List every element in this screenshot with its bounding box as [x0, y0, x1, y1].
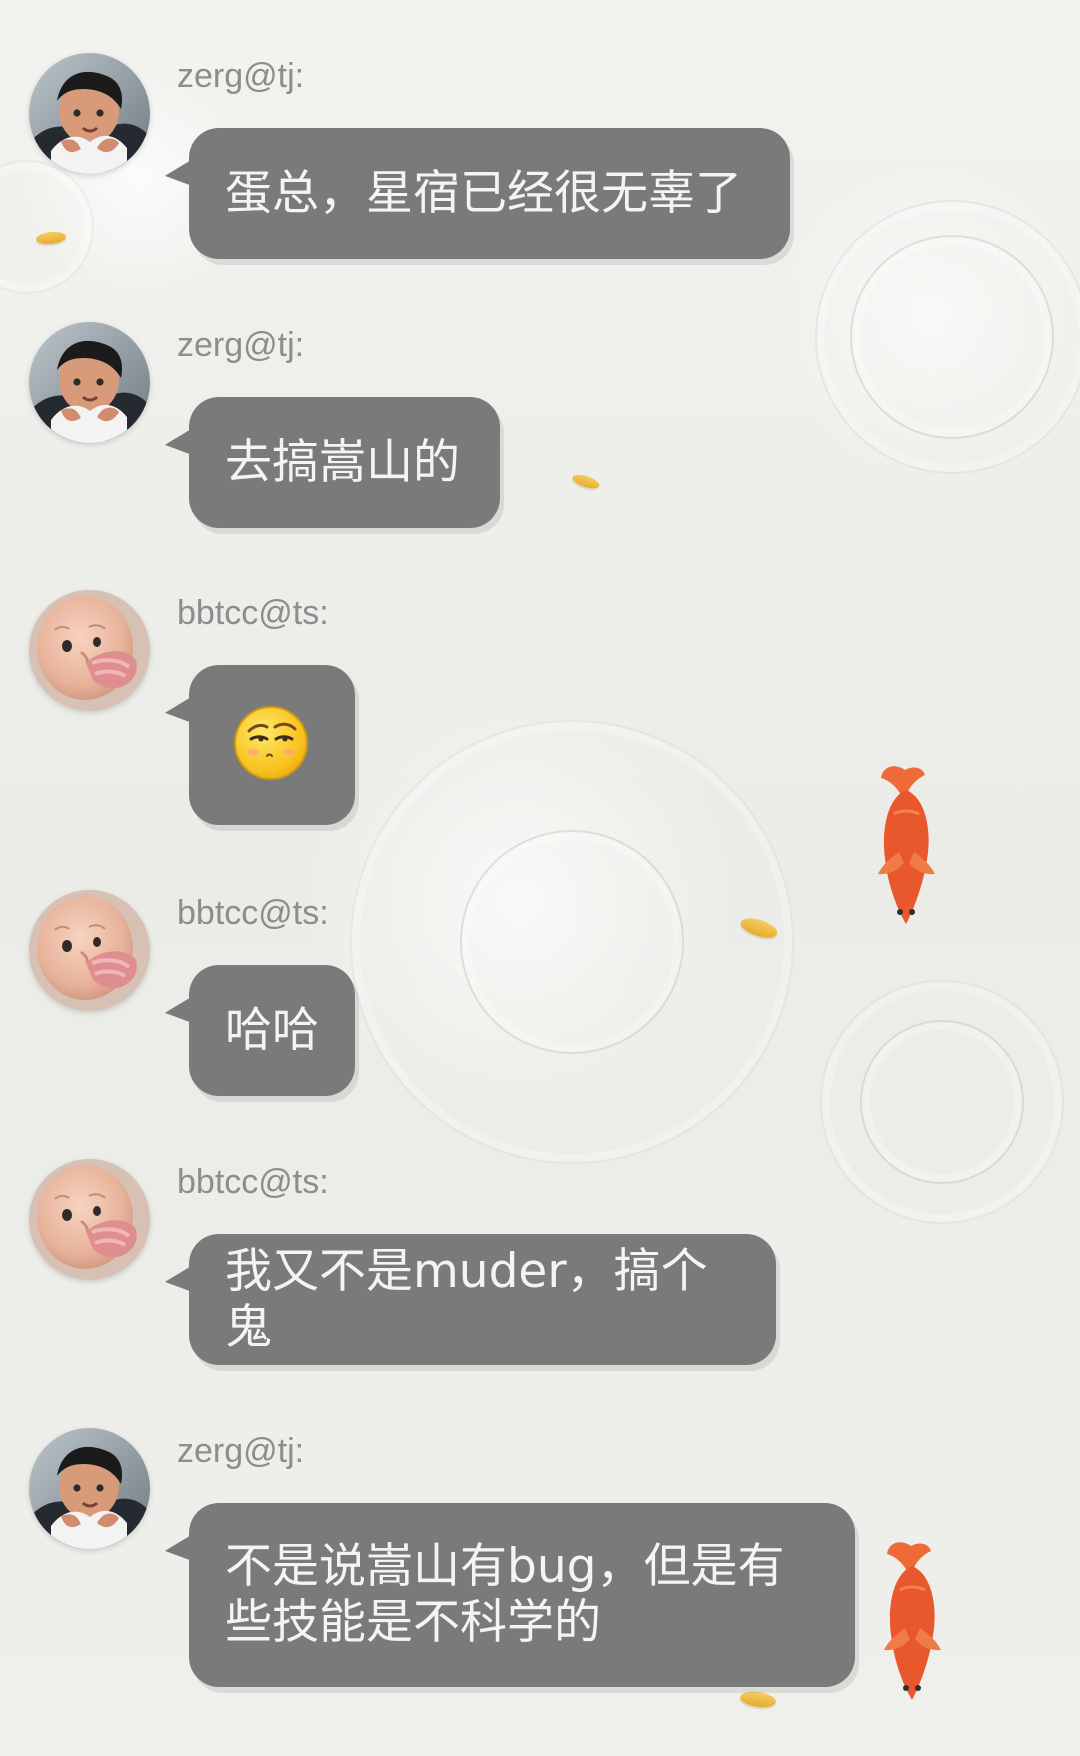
baby-avatar-icon[interactable]: [29, 890, 150, 1011]
message-text: 哈哈: [225, 1002, 319, 1058]
chat-screen: zerg@tj: 蛋总，星宿已经很无辜了 zerg@tj: 去搞嵩山的 bbtc…: [0, 0, 1080, 1756]
message-text: 蛋总，星宿已经很无辜了: [225, 165, 742, 221]
baby-avatar-icon[interactable]: [29, 1159, 150, 1280]
message-bubble[interactable]: 去搞嵩山的: [189, 397, 500, 528]
message-bubble[interactable]: 我又不是muder，搞个鬼: [189, 1234, 776, 1365]
child-avatar-icon[interactable]: [29, 53, 150, 174]
sender-name: zerg@tj:: [177, 57, 305, 95]
message-bubble[interactable]: 蛋总，星宿已经很无辜了: [189, 128, 790, 259]
message-bubble[interactable]: 不是说嵩山有bug，但是有些技能是不科学的: [189, 1503, 855, 1687]
message-text: 去搞嵩山的: [225, 434, 460, 490]
child-avatar-icon[interactable]: [29, 322, 150, 443]
message-text: 不是说嵩山有bug，但是有些技能是不科学的: [225, 1539, 785, 1650]
baby-avatar-icon[interactable]: [29, 590, 150, 711]
side-eye-emoji-icon: [231, 703, 311, 783]
sender-name: bbtcc@ts:: [177, 894, 329, 932]
message-bubble[interactable]: 哈哈: [189, 965, 355, 1096]
message-list: zerg@tj: 蛋总，星宿已经很无辜了 zerg@tj: 去搞嵩山的 bbtc…: [0, 0, 1080, 1756]
sender-name: bbtcc@ts:: [177, 1163, 329, 1201]
sender-name: bbtcc@ts:: [177, 594, 329, 632]
sender-name: zerg@tj:: [177, 326, 305, 364]
sender-name: zerg@tj:: [177, 1432, 305, 1470]
message-bubble[interactable]: [189, 665, 355, 825]
message-text: 我又不是muder，搞个鬼: [225, 1243, 708, 1355]
child-avatar-icon[interactable]: [29, 1428, 150, 1549]
